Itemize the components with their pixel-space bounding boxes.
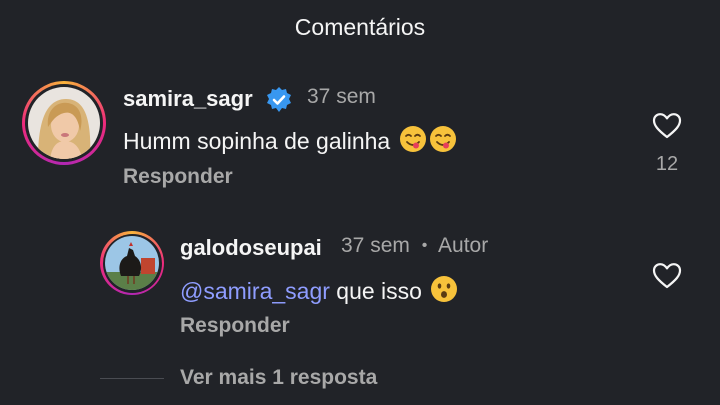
like-heart-icon[interactable] — [652, 112, 682, 145]
comment-body: Humm sopinha de galinha — [123, 128, 391, 154]
avatar-image — [28, 87, 100, 159]
author-tag: Autor — [438, 234, 489, 257]
reply-username[interactable]: galodoseupai — [180, 235, 322, 261]
reply-avatar[interactable] — [100, 231, 164, 295]
reply-button[interactable]: Responder — [180, 314, 290, 338]
meta-separator: • — [421, 237, 428, 254]
reply-meta: 37 sem • Autor — [341, 234, 488, 258]
page-title: Comentários — [294, 14, 426, 40]
view-more-divider — [100, 378, 164, 379]
like-heart-icon[interactable] — [652, 262, 682, 295]
yum-face-emoji-icon — [399, 125, 427, 159]
reply-timestamp: 37 sem — [341, 234, 410, 257]
verified-badge-icon — [265, 86, 293, 119]
reply-avatar-image — [105, 236, 159, 290]
avatar[interactable] — [22, 81, 106, 165]
comment-username[interactable]: samira_sagr — [123, 86, 253, 112]
comment-text: Humm sopinha de galinha — [123, 125, 457, 159]
like-count: 12 — [655, 153, 679, 175]
comment-timestamp: 37 sem — [307, 85, 376, 108]
mention-link[interactable]: @samira_sagr — [180, 278, 330, 304]
reply-button[interactable]: Responder — [123, 165, 233, 189]
reply-text: @samira_sagr que isso — [180, 275, 458, 309]
reply-body: que isso — [329, 278, 422, 304]
view-more-replies-button[interactable]: Ver mais 1 resposta — [180, 366, 377, 390]
yum-face-emoji-icon — [429, 125, 457, 159]
hushed-face-emoji-icon — [430, 275, 458, 309]
